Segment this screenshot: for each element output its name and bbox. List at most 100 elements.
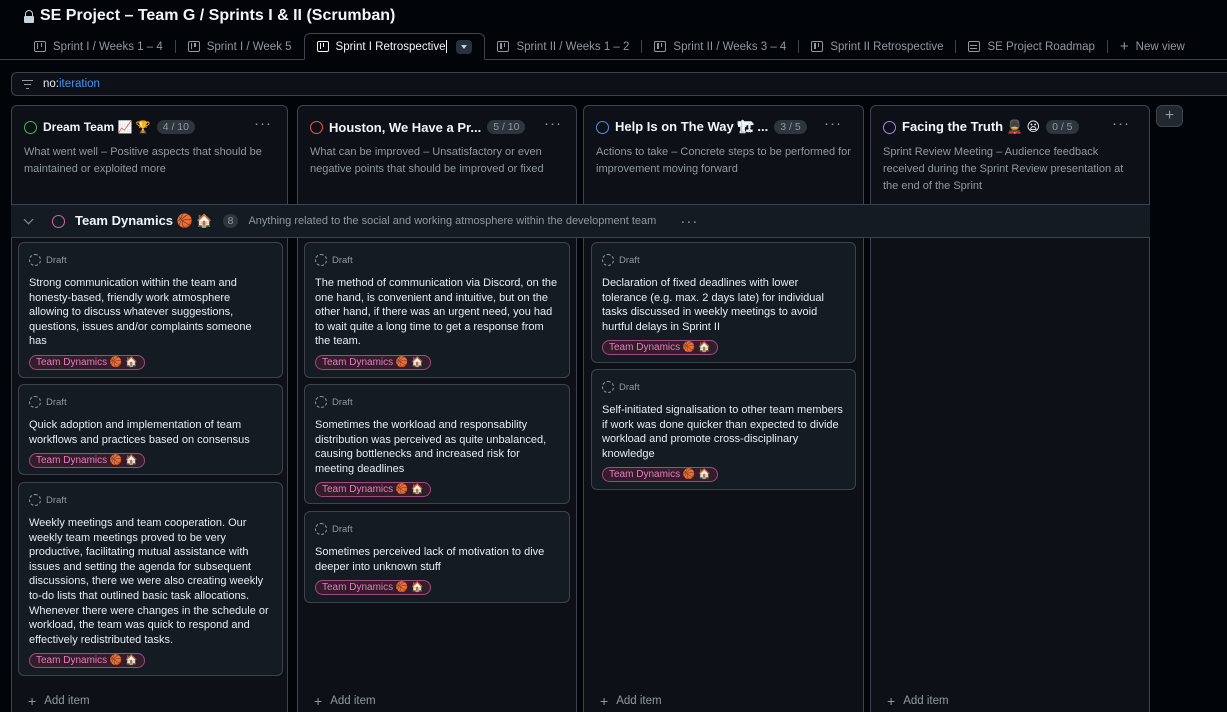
add-item-label: Add item [44, 695, 90, 707]
card[interactable]: Draft Sometimes perceived lack of motiva… [304, 511, 570, 603]
tab-se-project-roadmap[interactable]: SE Project Roadmap [956, 33, 1106, 60]
status-circle-icon [596, 120, 609, 134]
label-team-dynamics[interactable]: Team Dynamics 🏀 🏠 [29, 354, 145, 370]
add-item-label: Add item [903, 695, 949, 707]
column-more-options-icon[interactable]: ··· [254, 115, 272, 132]
tab-sprint2-retrospective[interactable]: Sprint II Retrospective [799, 33, 955, 60]
column-header: Houston, We Have a Pr... 5 / 10 ··· What… [298, 106, 576, 204]
chevron-down-icon[interactable] [23, 214, 34, 224]
plus-icon: + [28, 693, 37, 709]
card-title: The method of communication via Discord,… [315, 277, 558, 348]
card-title: Weekly meetings and team cooperation. Ou… [29, 517, 269, 646]
draft-icon [315, 523, 327, 535]
card-title: Self-initiated signalisation to other te… [602, 404, 843, 460]
column-title: Houston, We Have a Pr... [329, 119, 482, 135]
column-more-options-icon[interactable]: ··· [824, 115, 842, 132]
text-cursor [446, 40, 448, 53]
tabs-divider [0, 59, 1227, 60]
column-more-options-icon[interactable]: ··· [544, 115, 562, 132]
board-icon [187, 41, 200, 52]
group-title: Team Dynamics 🏀 🏠 [75, 213, 213, 228]
column-header: Help Is on The Way 🏗 ... 3 / 5 ··· Actio… [584, 106, 863, 204]
column-title: Facing the Truth 💂 😦 [902, 119, 1041, 134]
draft-icon [602, 381, 614, 393]
card-title: Sometimes the workload and responsabilit… [315, 419, 547, 475]
lock-icon [24, 9, 34, 23]
card[interactable]: Draft Strong communication within the te… [18, 242, 283, 378]
tab-label: Sprint II / Weeks 3 – 4 [673, 40, 787, 53]
group-count-badge: 8 [222, 214, 239, 228]
tab-label: Sprint I Retrospective [335, 40, 446, 53]
filter-query: no:iteration [43, 78, 100, 90]
draft-icon [602, 254, 614, 266]
add-item-button[interactable]: + Add item [314, 694, 376, 708]
tab-sprint1-weeks1-4[interactable]: Sprint I / Weeks 1 – 4 [22, 33, 175, 60]
add-column-button[interactable]: + [1156, 105, 1183, 127]
board-icon [811, 41, 824, 52]
draft-icon [315, 254, 327, 266]
column-more-options-icon[interactable]: ··· [1112, 115, 1130, 132]
status-circle-icon [883, 120, 896, 134]
column-count-badge: 0 / 5 [1046, 120, 1079, 134]
label-team-dynamics[interactable]: Team Dynamics 🏀 🏠 [602, 340, 718, 356]
label-team-dynamics[interactable]: Team Dynamics 🏀 🏠 [315, 580, 431, 596]
table-icon [968, 41, 981, 52]
card[interactable]: Draft Quick adoption and implementation … [18, 384, 283, 475]
column-count-badge: 5 / 10 [487, 120, 526, 134]
draft-label: Draft [619, 254, 640, 266]
filter-input[interactable]: no:iteration [11, 72, 1227, 96]
new-view-button[interactable]: + New view [1108, 33, 1197, 60]
card-title: Sometimes perceived lack of motivation t… [315, 546, 545, 573]
label-team-dynamics[interactable]: Team Dynamics 🏀 🏠 [29, 453, 145, 469]
tab-sprint1-week5[interactable]: Sprint I / Week 5 [176, 33, 304, 60]
tab-label: SE Project Roadmap [987, 40, 1095, 53]
draft-label: Draft [332, 254, 353, 266]
board-icon [34, 41, 46, 52]
group-more-options-icon[interactable]: ··· [680, 213, 698, 230]
card-title: Strong communication within the team and… [29, 277, 252, 348]
project-title-bar: SE Project – Team G / Sprints I & II (Sc… [24, 5, 395, 27]
card[interactable]: Draft Declaration of fixed deadlines wit… [591, 242, 856, 363]
draft-icon [29, 494, 41, 506]
label-team-dynamics[interactable]: Team Dynamics 🏀 🏠 [315, 482, 431, 498]
label-team-dynamics[interactable]: Team Dynamics 🏀 🏠 [29, 653, 145, 669]
add-item-button[interactable]: + Add item [28, 694, 90, 708]
card[interactable]: Draft Weekly meetings and team cooperati… [18, 482, 283, 676]
column-header: Dream Team 📈 🏆 4 / 10 ··· What went well… [12, 106, 287, 204]
card-title: Declaration of fixed deadlines with lowe… [602, 277, 824, 333]
project-board-app: SE Project – Team G / Sprints I & II (Sc… [0, 0, 1227, 712]
card[interactable]: Draft Sometimes the workload and respons… [304, 384, 570, 504]
add-item-label: Add item [616, 695, 662, 707]
board-icon [497, 41, 510, 52]
chevron-down-icon [461, 44, 468, 49]
group-description: Anything related to the social and worki… [248, 215, 657, 227]
view-options-dropdown-button[interactable] [456, 39, 473, 54]
view-tabs: Sprint I / Weeks 1 – 4 Sprint I / Week 5… [22, 33, 1197, 60]
column-description: What went well – Positive aspects that s… [24, 146, 262, 175]
tab-label: Sprint I / Weeks 1 – 4 [53, 40, 163, 53]
card[interactable]: Draft Self-initiated signalisation to ot… [591, 369, 856, 490]
draft-label: Draft [619, 381, 640, 393]
label-team-dynamics[interactable]: Team Dynamics 🏀 🏠 [602, 467, 718, 483]
plus-icon: + [1164, 107, 1175, 124]
column-count-badge: 4 / 10 [156, 120, 195, 134]
column-title: Help Is on The Way 🏗 ... [615, 119, 769, 134]
draft-icon [29, 254, 41, 266]
card-title: Quick adoption and implementation of tea… [29, 419, 250, 446]
status-circle-icon [24, 120, 37, 134]
column-count-badge: 3 / 5 [774, 120, 807, 134]
add-item-button[interactable]: + Add item [887, 694, 949, 708]
project-title: SE Project – Team G / Sprints I & II (Sc… [40, 7, 396, 24]
tab-sprint2-weeks3-4[interactable]: Sprint II / Weeks 3 – 4 [642, 33, 798, 60]
draft-label: Draft [332, 396, 353, 408]
add-item-button[interactable]: + Add item [600, 694, 662, 708]
add-item-label: Add item [330, 695, 376, 707]
column-description: What can be improved – Unsatisfactory or… [310, 146, 544, 175]
column-description: Sprint Review Meeting – Audience feedbac… [883, 146, 1124, 192]
card[interactable]: Draft The method of communication via Di… [304, 242, 570, 378]
tab-sprint2-weeks1-2[interactable]: Sprint II / Weeks 1 – 2 [485, 33, 641, 60]
tab-sprint1-retrospective[interactable]: Sprint I Retrospective [303, 33, 486, 60]
label-team-dynamics[interactable]: Team Dynamics 🏀 🏠 [315, 354, 431, 370]
filter-icon [22, 79, 33, 89]
column-description: Actions to take – Concrete steps to be p… [596, 146, 851, 175]
